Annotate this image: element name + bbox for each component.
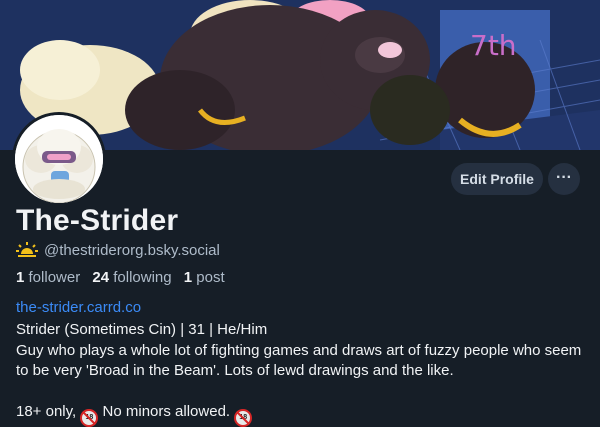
bio-line: Guy who plays a whole lot of fighting ga… xyxy=(16,341,582,380)
ellipsis-icon: ··· xyxy=(556,169,572,186)
display-name: The-Strider xyxy=(16,204,179,237)
svg-text:7th: 7th xyxy=(470,29,517,62)
posts-count: 1 xyxy=(183,269,193,286)
following-link[interactable]: 24 following xyxy=(92,269,171,286)
posts-label: post xyxy=(196,269,225,286)
bio-footer-text: No minors allowed. xyxy=(98,402,235,420)
followers-link[interactable]: 1 follower xyxy=(16,269,80,286)
handle-text: @thestriderorg.bsky.social xyxy=(44,242,220,259)
avatar-artwork xyxy=(15,115,103,203)
bio-footer: 18+ only, 18 No minors allowed. 18 xyxy=(16,402,586,427)
handle-row: @thestriderorg.bsky.social xyxy=(16,241,220,261)
edit-profile-button[interactable]: Edit Profile xyxy=(451,163,543,195)
bio-footer-prefix: 18+ only, xyxy=(16,402,81,420)
bio-spacer xyxy=(16,382,586,402)
no-under-18-icon: 18 xyxy=(80,408,99,427)
profile-bio: Strider (Sometimes Cin) | 31 | He/Him Gu… xyxy=(16,320,586,427)
posts-stat: 1 post xyxy=(184,269,225,286)
following-count: 24 xyxy=(92,269,110,286)
more-options-button[interactable]: ··· xyxy=(548,163,580,195)
sun-icon xyxy=(16,241,38,257)
profile-stats: 1 follower 24 following 1 post xyxy=(16,269,225,286)
no-under-18-icon: 18 xyxy=(234,408,253,427)
following-label: following xyxy=(113,269,172,286)
bio-line: Strider (Sometimes Cin) | 31 | He/Him xyxy=(16,321,268,338)
profile-avatar[interactable] xyxy=(12,112,106,206)
profile-website-link[interactable]: the-strider.carrd.co xyxy=(16,299,141,316)
followers-label: follower xyxy=(28,269,81,286)
followers-count: 1 xyxy=(16,269,25,286)
